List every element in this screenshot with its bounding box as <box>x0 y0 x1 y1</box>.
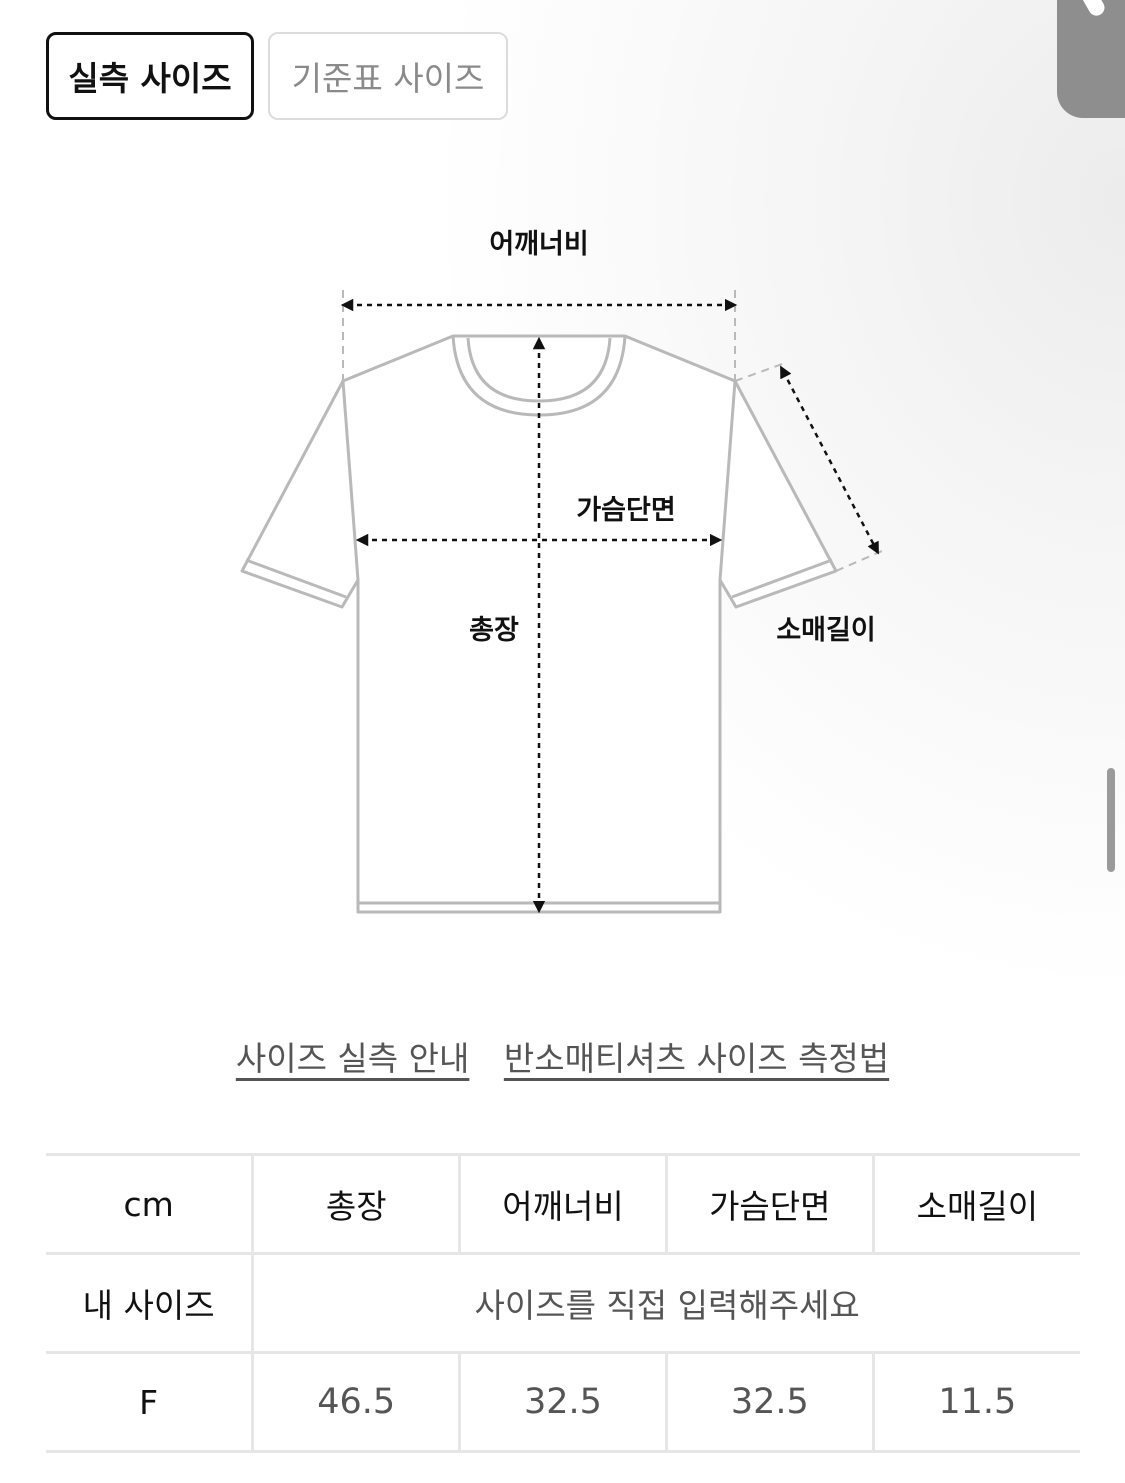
my-size-row: 내 사이즈 사이즈를 직접 입력해주세요 <box>46 1252 1080 1354</box>
size-table: cm 총장 어깨너비 가슴단면 소매길이 내 사이즈 사이즈를 직접 입력해주세… <box>46 1153 1080 1453</box>
header-shoulder: 어깨너비 <box>459 1153 668 1255</box>
my-size-input[interactable]: 사이즈를 직접 입력해주세요 <box>252 1252 1080 1354</box>
scrollbar[interactable] <box>1107 768 1115 872</box>
cell-sleeve: 11.5 <box>873 1351 1080 1453</box>
header-unit: cm <box>46 1153 255 1255</box>
floating-corner-widget[interactable] <box>1057 0 1125 118</box>
label-shoulder: 어깨너비 <box>489 229 588 260</box>
table-row: F 46.5 32.5 32.5 11.5 <box>46 1351 1080 1453</box>
label-sleeve: 소매길이 <box>776 615 875 646</box>
link-tshirt-measure-method[interactable]: 반소매티셔츠 사이즈 측정법 <box>504 1039 889 1078</box>
cell-chest: 32.5 <box>666 1351 875 1453</box>
label-chest: 가슴단면 <box>576 495 675 526</box>
cell-shoulder: 32.5 <box>459 1351 668 1453</box>
table-header-row: cm 총장 어깨너비 가슴단면 소매길이 <box>46 1153 1080 1255</box>
cell-length: 46.5 <box>252 1351 462 1453</box>
header-chest: 가슴단면 <box>666 1153 875 1255</box>
tab-measured-size[interactable]: 실측 사이즈 <box>46 32 254 120</box>
size-guide-links: 사이즈 실측 안내 반소매티셔츠 사이즈 측정법 <box>0 1032 1125 1080</box>
header-length: 총장 <box>252 1153 462 1255</box>
size-label: F <box>46 1351 255 1453</box>
tab-standard-size[interactable]: 기준표 사이즈 <box>268 32 508 120</box>
link-measure-guide[interactable]: 사이즈 실측 안내 <box>236 1039 470 1078</box>
label-length: 총장 <box>469 615 519 646</box>
tshirt-size-diagram: 어깨너비 가슴단면 총장 소매길이 <box>240 229 883 914</box>
header-sleeve: 소매길이 <box>873 1153 1080 1255</box>
my-size-label: 내 사이즈 <box>46 1252 255 1354</box>
